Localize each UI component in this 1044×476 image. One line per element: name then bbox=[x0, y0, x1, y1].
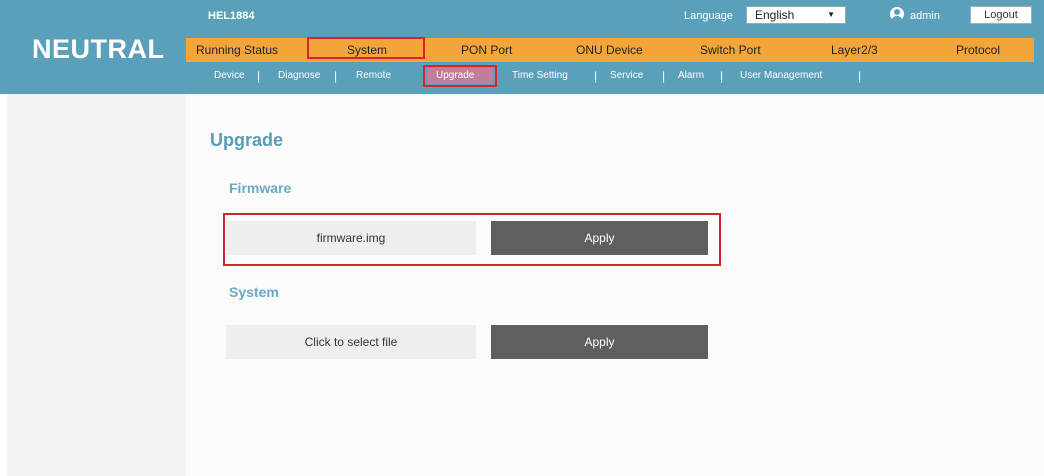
content-area bbox=[186, 94, 1044, 476]
subnav-separator: | bbox=[257, 69, 261, 83]
language-select[interactable]: English ▼ bbox=[746, 6, 846, 24]
subnav-separator: | bbox=[720, 69, 724, 83]
device-model: HEL1884 bbox=[208, 10, 255, 22]
nav-protocol[interactable]: Protocol bbox=[956, 38, 1000, 62]
top-header: NEUTRAL HEL1884 Language English ▼ admin… bbox=[0, 0, 1044, 94]
subnav-remote[interactable]: Remote bbox=[356, 66, 391, 86]
subnav-service[interactable]: Service bbox=[610, 66, 643, 86]
subnav-user-management[interactable]: User Management bbox=[740, 66, 822, 86]
logout-button[interactable]: Logout bbox=[970, 6, 1032, 24]
nav-onu-device[interactable]: ONU Device bbox=[576, 38, 643, 62]
page-title: Upgrade bbox=[210, 130, 284, 150]
subnav-upgrade-highlight bbox=[423, 65, 497, 87]
subnav-device[interactable]: Device bbox=[214, 66, 245, 86]
nav-switch-port[interactable]: Switch Port bbox=[700, 38, 761, 62]
sidebar bbox=[7, 94, 187, 476]
chevron-down-icon: ▼ bbox=[827, 10, 835, 19]
subnav-separator: | bbox=[858, 69, 862, 83]
subnav-separator: | bbox=[594, 69, 598, 83]
subnav-separator: | bbox=[334, 69, 338, 83]
username: admin bbox=[910, 10, 940, 22]
firmware-highlight bbox=[223, 213, 721, 266]
subnav-alarm[interactable]: Alarm bbox=[678, 66, 704, 86]
user-icon bbox=[890, 7, 904, 21]
nav-layer23[interactable]: Layer2/3 bbox=[831, 38, 878, 62]
system-section-title: System bbox=[229, 284, 279, 300]
firmware-section-title: Firmware bbox=[229, 180, 292, 196]
sub-nav: Device | Diagnose | Remote Upgrade Time … bbox=[186, 66, 1034, 86]
language-value: English bbox=[755, 8, 795, 22]
nav-pon-port[interactable]: PON Port bbox=[461, 38, 512, 62]
brand-logo: NEUTRAL bbox=[32, 34, 165, 64]
language-label: Language bbox=[684, 10, 733, 22]
subnav-diagnose[interactable]: Diagnose bbox=[278, 66, 320, 86]
system-apply-button[interactable]: Apply bbox=[491, 325, 708, 359]
subnav-time-setting[interactable]: Time Setting bbox=[512, 66, 568, 86]
nav-running-status[interactable]: Running Status bbox=[196, 38, 278, 62]
subnav-separator: | bbox=[662, 69, 666, 83]
nav-system-highlight bbox=[307, 37, 425, 59]
system-file-input[interactable]: Click to select file bbox=[226, 325, 476, 359]
